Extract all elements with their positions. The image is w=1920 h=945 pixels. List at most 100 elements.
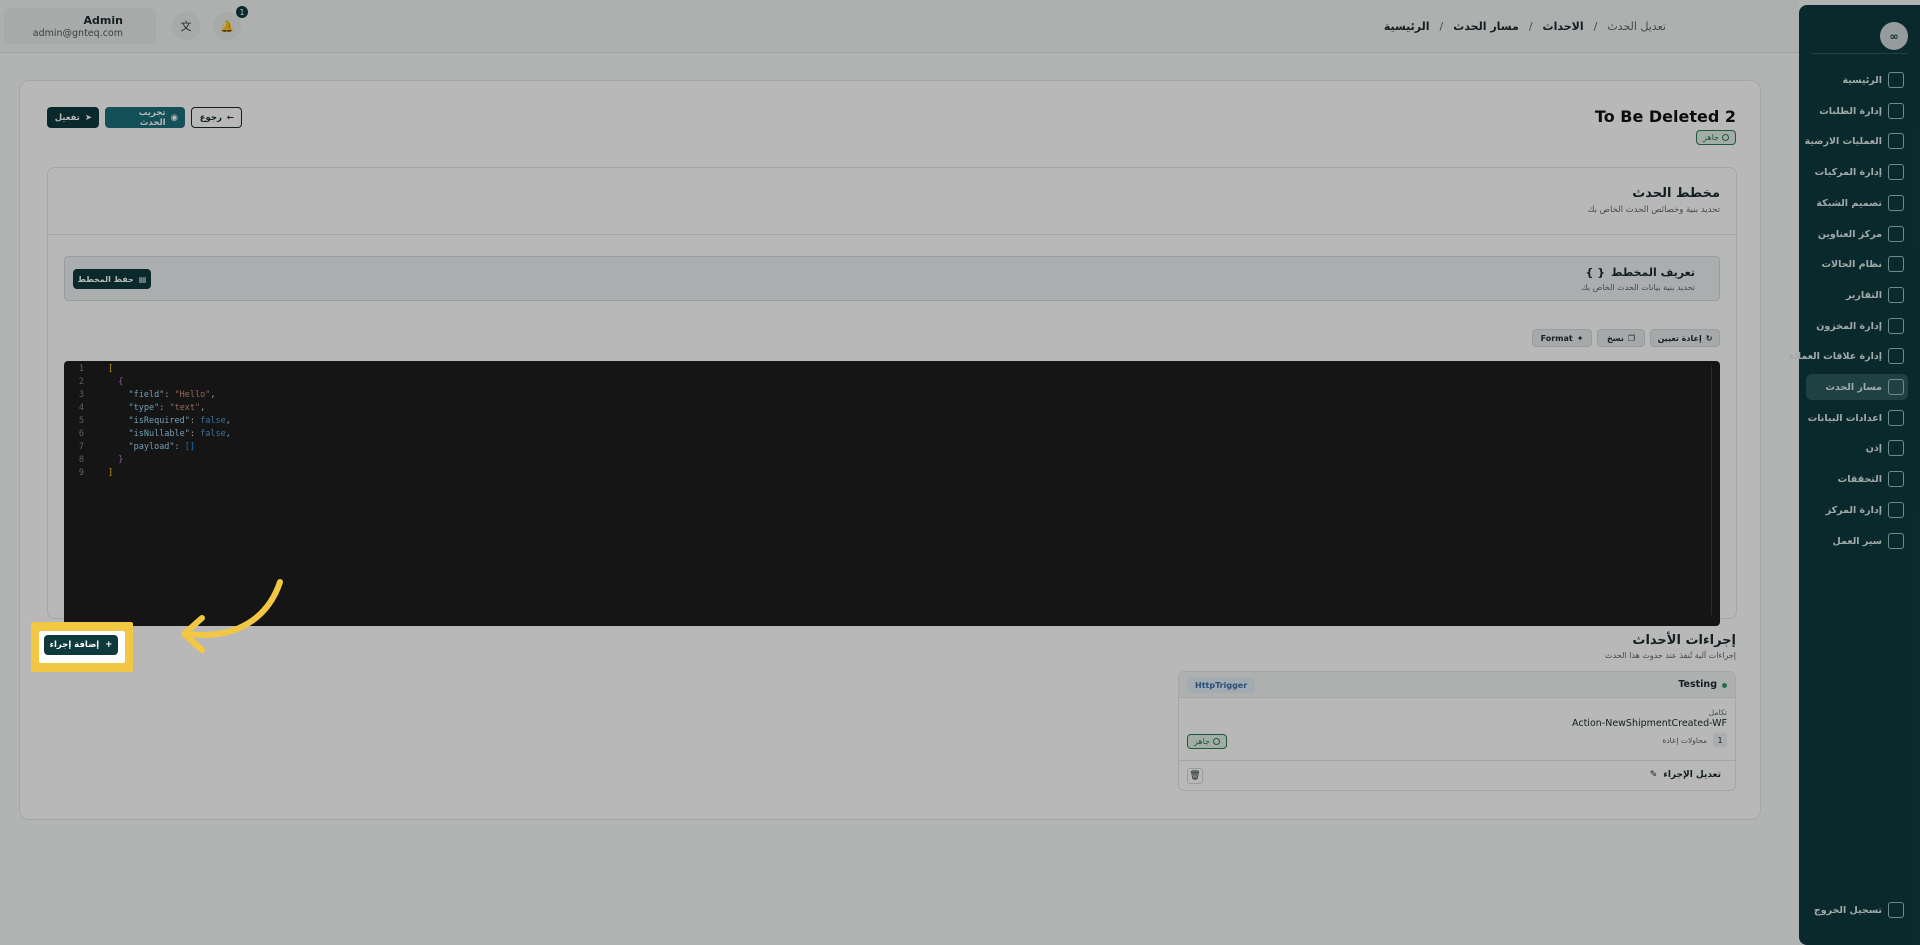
- back-button[interactable]: ← رجوع: [191, 107, 242, 128]
- pointer-arrow-icon: [181, 579, 283, 653]
- trigger-tag: HttpTrigger: [1187, 678, 1256, 693]
- sidebar-item-label: إدارة المركز: [1825, 504, 1882, 516]
- event-path-icon: [1888, 379, 1904, 395]
- crm-icon: [1888, 348, 1904, 364]
- arrow-left-icon: ←: [226, 112, 234, 123]
- integration-value: Action-NewShipmentCreated-WF: [1572, 718, 1727, 729]
- sidebar-item-ground-ops[interactable]: العمليات الارضية: [1804, 128, 1908, 154]
- sidebar-divider: [1811, 53, 1908, 54]
- action-name: Testing: [1678, 679, 1717, 690]
- sidebar-item-label: التحققات: [1837, 473, 1882, 485]
- bell-icon: 🔔: [220, 19, 234, 33]
- reset-button[interactable]: ↻ إعادة تعيين: [1650, 329, 1720, 347]
- schema-subtitle: تحديد بنية وخصائص الحدث الخاص بك: [1587, 205, 1720, 215]
- status-badge: جاهز: [1695, 130, 1736, 145]
- sparkle-icon: ✦: [1576, 333, 1584, 343]
- sidebar-item-truck[interactable]: إدارة المركبات: [1806, 159, 1908, 185]
- translate-button[interactable]: 文: [172, 12, 200, 40]
- schema-title: مخطط الحدث: [1632, 186, 1720, 201]
- highlight-inner: + إضافة إجراء: [39, 631, 125, 663]
- code-editor[interactable]: 1[ 2 { 3 "field": "Hello", 4 "type": "te…: [64, 361, 1720, 626]
- sidebar-item-reports[interactable]: التقارير: [1806, 282, 1908, 308]
- workflow-icon: [1888, 533, 1904, 549]
- format-button[interactable]: ✦ Format: [1532, 329, 1592, 347]
- breadcrumb-events[interactable]: الاحداث: [1543, 20, 1584, 33]
- save-schema-button[interactable]: ▤ حفظ المخطط: [73, 269, 151, 289]
- sidebar-item-orders[interactable]: إدارة الطلبات: [1806, 98, 1908, 124]
- actions-title: إجراءات الأحداث: [1632, 633, 1736, 648]
- test-event-button[interactable]: ◉ تجريب الحدث: [105, 107, 185, 128]
- activate-button[interactable]: ➤ تفعيل: [47, 107, 99, 128]
- sidebar-item-label: سير العمل: [1832, 535, 1882, 547]
- actions-subtitle: إجراءات آلية تُنفذ عند حدوث هذا الحدث: [1605, 651, 1736, 660]
- sidebar-item-tools[interactable]: التحققات: [1806, 466, 1908, 492]
- network-icon: [1888, 195, 1904, 211]
- sidebar-item-label: الرئيسية: [1842, 74, 1882, 86]
- sidebar-item-event-path[interactable]: مسار الحدث: [1806, 374, 1908, 400]
- dashboard-icon: [1888, 72, 1904, 88]
- delete-action-button[interactable]: 🗑: [1187, 768, 1203, 784]
- sidebar-item-label: مسار الحدث: [1825, 381, 1882, 393]
- breadcrumb: الرئيسية / مسار الحدث / الاحداث / تعديل …: [1384, 20, 1666, 33]
- sidebar: ∞ الرئيسية إدارة الطلبات العمليات الارضية إ…: [1789, 5, 1920, 945]
- center-icon: [1888, 502, 1904, 518]
- editor-scrollbar[interactable]: [1711, 365, 1712, 615]
- reports-icon: [1888, 287, 1904, 303]
- breadcrumb-home[interactable]: الرئيسية: [1384, 20, 1430, 33]
- action-card-header: Testing HttpTrigger: [1179, 672, 1735, 698]
- add-action-button[interactable]: + إضافة إجراء: [44, 635, 118, 655]
- notification-badge: 1: [236, 6, 248, 18]
- top-header: Admin admin@gnteq.com 文 🔔 1 الرئيسية / م…: [0, 0, 1799, 53]
- pencil-icon: ✎: [1649, 770, 1658, 780]
- logout-button[interactable]: تسجيل الخروج: [1806, 897, 1908, 923]
- breadcrumb-event-path[interactable]: مسار الحدث: [1453, 20, 1519, 33]
- user-menu[interactable]: Admin admin@gnteq.com: [4, 8, 156, 44]
- active-dot-icon: [1722, 683, 1727, 688]
- sidebar-item-label: تصميم الشبكة: [1816, 197, 1882, 209]
- sidebar-item-label: إدارة علاقات العملاء: [1789, 350, 1882, 362]
- plus-icon: +: [105, 640, 113, 650]
- retry-label: محاولات إعادة: [1662, 736, 1707, 745]
- user-email: admin@gnteq.com: [32, 28, 123, 39]
- sidebar-item-inventory[interactable]: إدارة المخزون: [1806, 313, 1908, 339]
- page-title: To Be Deleted 2: [1594, 107, 1736, 126]
- sidebar-item-address[interactable]: مركز العناوين: [1806, 221, 1908, 247]
- play-icon: ◉: [170, 112, 178, 123]
- highlight-frame: + إضافة إجراء: [31, 622, 133, 672]
- sidebar-item-status[interactable]: نظام الحالات: [1806, 251, 1908, 277]
- sidebar-item-users[interactable]: إذن: [1806, 435, 1908, 461]
- sidebar-item-label: إذن: [1865, 442, 1882, 454]
- tools-icon: [1888, 471, 1904, 487]
- check-circle-icon: [1722, 134, 1729, 141]
- logout-label: تسجيل الخروج: [1813, 904, 1882, 916]
- sidebar-item-label: اعدادات البيانات: [1807, 412, 1882, 424]
- sidebar-item-crm[interactable]: إدارة علاقات العملاء: [1789, 343, 1908, 369]
- action-status-badge: جاهز: [1187, 734, 1228, 749]
- sidebar-item-network[interactable]: تصميم الشبكة: [1806, 190, 1908, 216]
- sidebar-item-dashboard[interactable]: الرئيسية: [1806, 67, 1908, 93]
- sidebar-item-center[interactable]: إدارة المركز: [1806, 497, 1908, 523]
- schema-definition-title: { } تعريف المخطط: [1585, 266, 1695, 279]
- schema-definition-subtitle: تحديد بنية بيانات الحدث الخاص بك: [1581, 283, 1695, 292]
- copy-icon: ❐: [1627, 333, 1636, 343]
- edit-action-button[interactable]: ✎ تعديل الإجراء: [1650, 770, 1721, 780]
- status-icon: [1888, 256, 1904, 272]
- sidebar-item-label: العمليات الارضية: [1804, 135, 1882, 147]
- schema-definition-bar: { } تعريف المخطط تحديد بنية بيانات الحدث…: [64, 256, 1720, 301]
- main-card: To Be Deleted 2 جاهز ➤ تفعيل ◉ تجريب الح…: [19, 80, 1761, 820]
- save-icon: ▤: [138, 274, 147, 284]
- action-card: Testing HttpTrigger تكامل Action-NewShip…: [1178, 671, 1736, 791]
- copy-button[interactable]: ❐ نسخ: [1597, 329, 1645, 347]
- sidebar-item-label: التقارير: [1845, 289, 1882, 301]
- inventory-icon: [1888, 318, 1904, 334]
- sidebar-item-database[interactable]: اعدادات البيانات: [1806, 405, 1908, 431]
- refresh-icon: ↻: [1705, 333, 1713, 343]
- trash-icon: 🗑: [1189, 771, 1201, 781]
- breadcrumb-current: تعديل الحدث: [1607, 20, 1666, 33]
- sidebar-item-workflow[interactable]: سير العمل: [1806, 528, 1908, 554]
- logout-icon: [1888, 902, 1904, 918]
- sidebar-item-label: إدارة المخزون: [1816, 320, 1882, 332]
- app-logo[interactable]: ∞: [1880, 22, 1908, 50]
- retry-count: 1: [1713, 733, 1727, 747]
- divider: [1179, 760, 1735, 761]
